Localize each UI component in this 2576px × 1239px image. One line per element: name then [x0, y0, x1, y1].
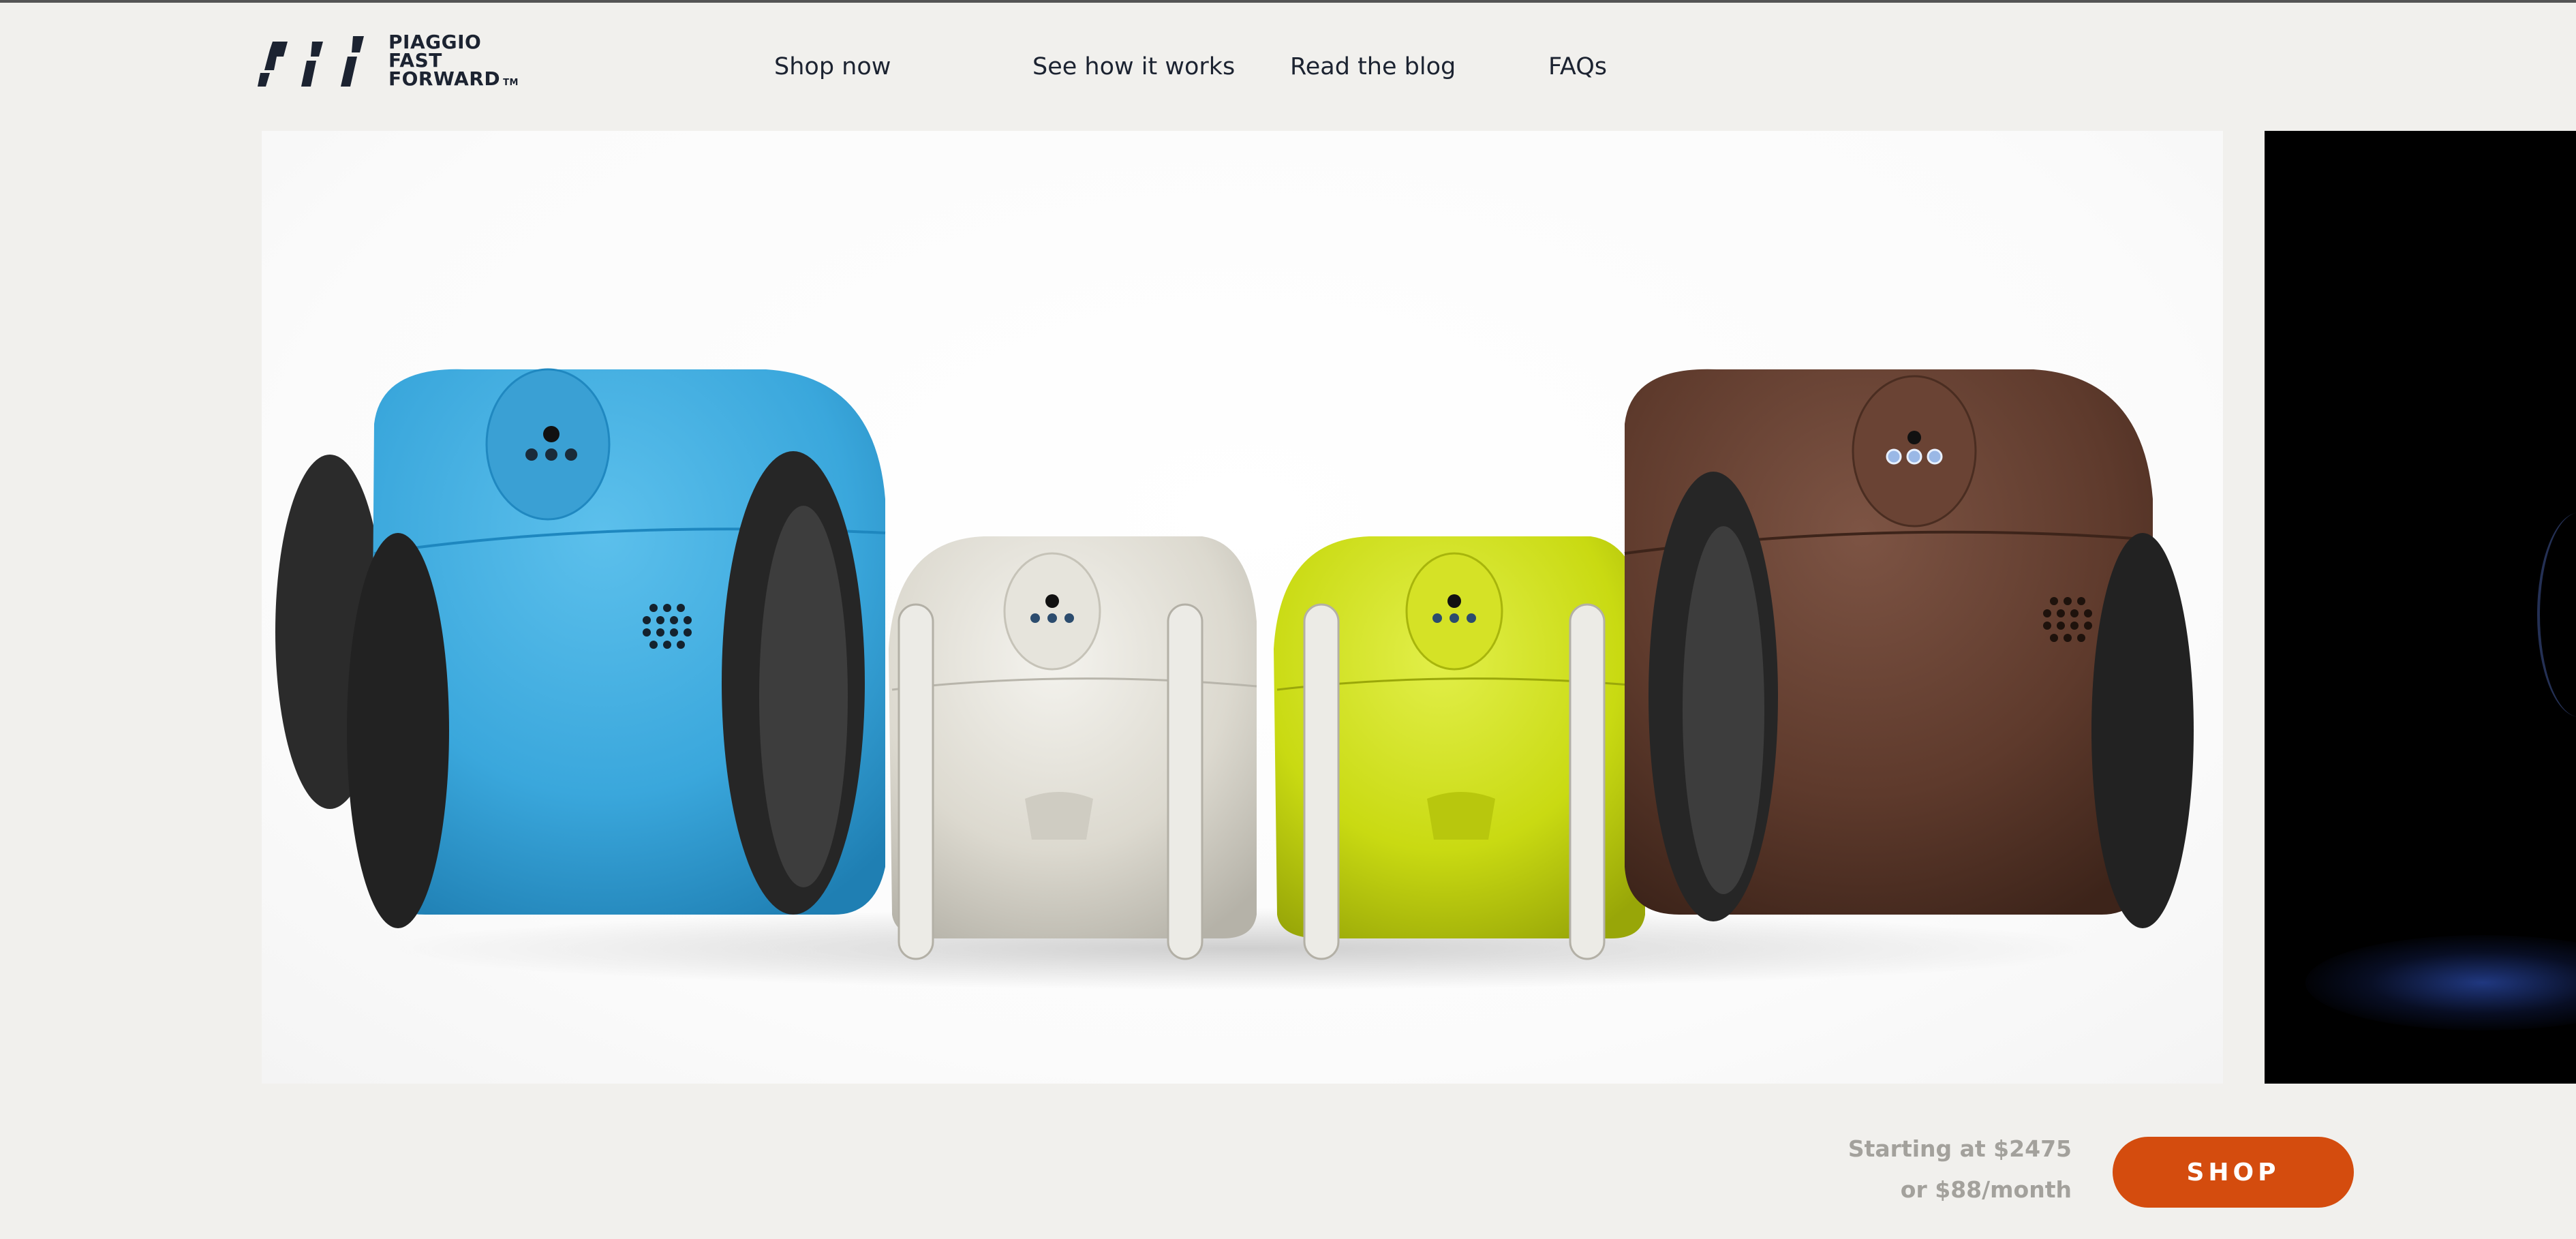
brown-robot	[1624, 369, 2194, 928]
logo-wordmark: PIAGGIO FAST FORWARD TM	[388, 30, 519, 92]
hero-slide[interactable]	[262, 131, 2223, 1084]
page: PIAGGIO FAST FORWARD TM Shop now See how …	[0, 0, 2576, 1239]
blue-robot	[275, 368, 886, 928]
logo-trademark: TM	[503, 77, 519, 88]
gita-robots-lineup-image	[275, 368, 2194, 990]
nav-shop-now[interactable]: Shop now	[774, 53, 891, 80]
price-monthly: or $88/month	[1900, 1176, 2072, 1203]
pff-logo-icon	[258, 36, 364, 87]
home-logo-link[interactable]: PIAGGIO FAST FORWARD TM	[258, 31, 519, 93]
nav-see-how-it-works[interactable]: See how it works	[1032, 53, 1235, 80]
shop-button[interactable]: SHOP	[2113, 1137, 2354, 1208]
next-slide-preview[interactable]	[2265, 131, 2576, 1084]
logo-line-1: PIAGGIO	[388, 30, 482, 53]
next-slide-robot-edge	[2537, 513, 2576, 717]
nav-faqs[interactable]: FAQs	[1548, 53, 1607, 80]
logo-line-3: FORWARD	[388, 67, 501, 90]
logo-line-2: FAST	[388, 48, 442, 72]
nav-read-the-blog[interactable]: Read the blog	[1290, 53, 1456, 80]
price-info: Starting at $2475 or $88/month	[1848, 1129, 2072, 1210]
price-starting: Starting at $2475	[1847, 1135, 2072, 1162]
white-robot	[889, 536, 1257, 960]
lime-robot	[1274, 536, 1646, 960]
next-slide-glow	[2305, 935, 2576, 1030]
